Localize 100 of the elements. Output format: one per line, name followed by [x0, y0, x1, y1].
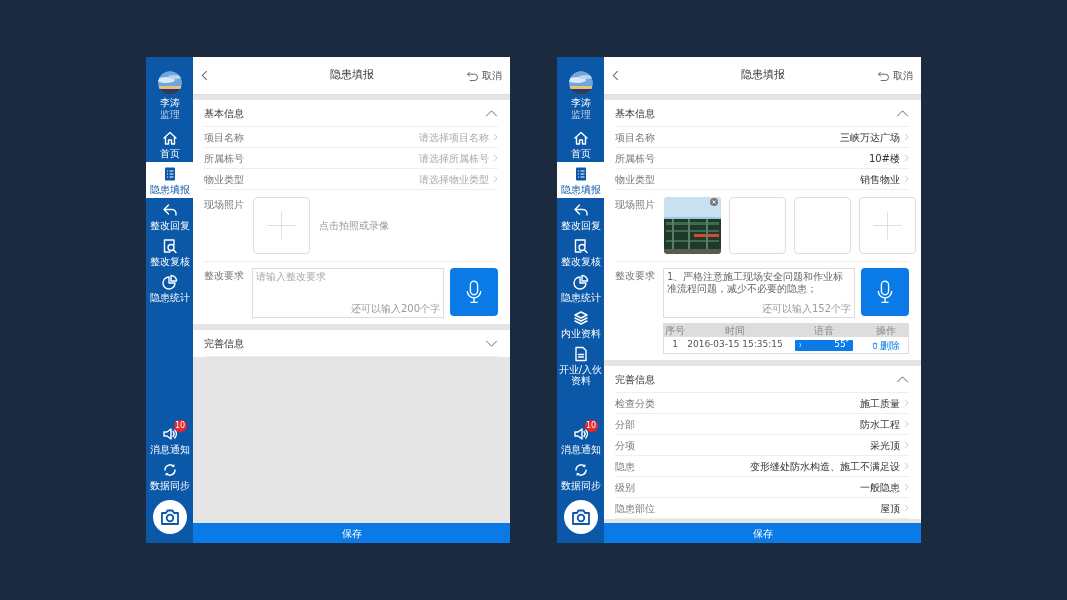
field-label: 项目名称	[204, 130, 244, 145]
page-title: 隐患填报	[329, 67, 375, 84]
section-title: 完善信息	[615, 372, 655, 387]
sidebar-item[interactable]: 整改复核	[557, 234, 604, 270]
select-field[interactable]: 采光顶	[870, 437, 909, 453]
column-header: 时间	[724, 324, 746, 337]
sidebar-item[interactable]: 隐患统计	[146, 270, 193, 306]
reply-arrow-icon	[572, 202, 589, 218]
chevron-right-icon	[904, 441, 909, 449]
field-label: 分项	[615, 438, 635, 453]
camera-button[interactable]	[152, 500, 187, 534]
requirement-field[interactable]: 1、严格注意施工现场安全问题和作业标准流程问题，减少不必要的隐患； 还可以输入152个字	[663, 268, 855, 318]
back-button[interactable]	[612, 70, 619, 81]
sidebar-item[interactable]: 首页	[146, 126, 193, 162]
sync-icon	[161, 462, 178, 478]
collapse-toggle[interactable]	[485, 109, 498, 117]
sidebar-item[interactable]: 整改复核	[146, 234, 193, 270]
chevron-right-icon	[493, 154, 498, 162]
sidebar-item[interactable]: 隐患统计	[557, 270, 604, 306]
sidebar-item[interactable]: 隐患填报	[146, 162, 194, 198]
chevron-up-icon	[896, 109, 909, 117]
sync-icon	[572, 462, 589, 478]
chevron-right-icon	[904, 133, 909, 141]
page-title: 隐患填报	[740, 67, 786, 84]
camera-icon	[159, 508, 180, 526]
remove-icon[interactable]	[710, 198, 718, 206]
photo-slot	[794, 197, 851, 254]
pie-chart-icon	[572, 274, 589, 290]
chevron-down-icon	[485, 339, 498, 347]
select-field[interactable]: 施工质量	[860, 395, 909, 411]
user-name: 李涛	[569, 97, 592, 109]
column-header: 操作	[875, 324, 897, 337]
select-field[interactable]: 屋顶	[880, 500, 909, 516]
column-header: 序号	[664, 324, 686, 337]
field-label: 整改要求	[204, 269, 244, 283]
sidebar-item[interactable]: 隐患填报	[557, 162, 605, 198]
sidebar-item[interactable]: 10 消息通知	[146, 422, 193, 458]
chevron-right-icon	[493, 175, 498, 183]
pie-chart-icon	[161, 274, 178, 290]
voice-input-button[interactable]	[450, 268, 498, 316]
microphone-icon	[876, 280, 894, 304]
voice-input-button[interactable]	[861, 268, 909, 316]
select-field[interactable]: 10#楼	[868, 150, 909, 166]
select-field[interactable]: 三峡万达广场	[840, 129, 909, 145]
user-role: 监理	[569, 109, 592, 120]
sidebar-item[interactable]: 整改回复	[146, 198, 193, 234]
magnifier-document-icon	[161, 238, 178, 254]
collapse-toggle[interactable]	[485, 339, 498, 347]
hint-text: 点击拍照或录像	[319, 219, 389, 233]
section-title: 基本信息	[204, 106, 244, 121]
sound-icon	[799, 342, 803, 348]
collapse-toggle[interactable]	[896, 109, 909, 117]
save-button[interactable]: 保存	[604, 523, 921, 543]
back-icon	[201, 70, 208, 81]
field-label: 级别	[615, 480, 635, 495]
collapse-toggle[interactable]	[896, 375, 909, 383]
camera-icon	[570, 508, 591, 526]
chevron-right-icon	[904, 483, 909, 491]
microphone-icon	[465, 280, 483, 304]
chevron-right-icon	[493, 133, 498, 141]
sidebar-item[interactable]: 10 消息通知	[557, 422, 604, 458]
section-title: 基本信息	[615, 106, 655, 121]
back-icon	[612, 70, 619, 81]
cancel-button[interactable]: 取消	[877, 68, 913, 83]
reply-arrow-icon	[161, 202, 178, 218]
select-field[interactable]: 防水工程	[860, 416, 909, 432]
chevron-right-icon	[904, 420, 909, 428]
column-header: 语音	[813, 324, 835, 337]
trash-icon	[872, 341, 878, 349]
chevron-right-icon	[904, 154, 909, 162]
select-field[interactable]: 销售物业	[860, 171, 909, 187]
sidebar-item[interactable]: 数据同步	[557, 458, 604, 494]
sidebar-item[interactable]: 数据同步	[146, 458, 193, 494]
field-label: 物业类型	[615, 172, 655, 187]
select-field[interactable]: 一般隐患	[860, 479, 909, 495]
chevron-up-icon	[896, 375, 909, 383]
sidebar-item[interactable]: 开业/入伙资料	[557, 342, 604, 389]
magnifier-document-icon	[572, 238, 589, 254]
camera-button[interactable]	[563, 500, 598, 534]
cancel-button[interactable]: 取消	[466, 68, 502, 83]
back-button[interactable]	[201, 70, 208, 81]
select-field[interactable]: 变形缝处防水构造、施工不满足设	[750, 458, 909, 474]
chevron-right-icon	[904, 175, 909, 183]
table-cell-text: 1	[671, 338, 679, 352]
char-counter: 还可以输入152个字	[761, 303, 851, 315]
sidebar-item[interactable]: 首页	[557, 126, 604, 162]
sidebar-item[interactable]: 整改回复	[557, 198, 604, 234]
speaker-icon	[572, 426, 589, 442]
section-title: 完善信息	[204, 336, 244, 351]
user-name: 李涛	[158, 97, 181, 109]
sidebar-item[interactable]: 内业资料	[557, 306, 604, 342]
layers-icon	[572, 310, 589, 326]
field-label: 物业类型	[204, 172, 244, 187]
char-counter: 还可以输入200个字	[350, 303, 440, 315]
list-icon	[573, 166, 589, 182]
home-icon	[572, 130, 589, 146]
delete-button[interactable]: 删除	[872, 337, 900, 353]
save-button[interactable]: 保存	[193, 523, 510, 543]
field-label: 隐患部位	[615, 501, 655, 516]
voice-clip-button[interactable]: 55″	[795, 339, 853, 351]
